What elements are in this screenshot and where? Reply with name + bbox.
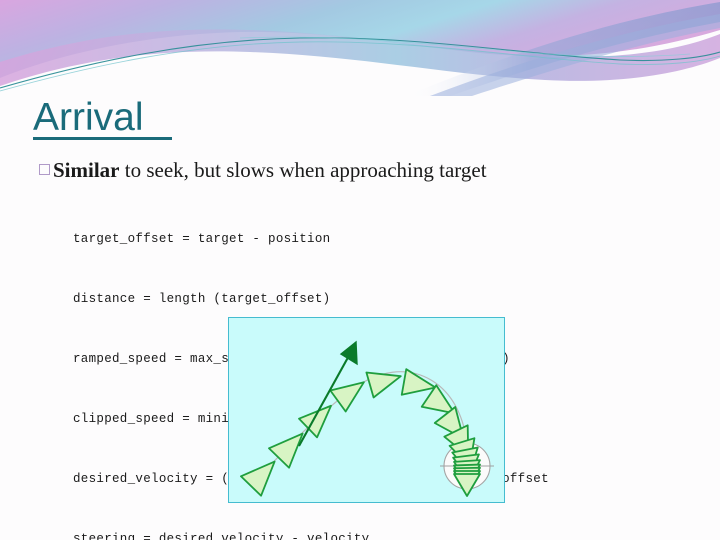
bullet-rest-text: to seek, but slows when approaching targ…: [119, 158, 487, 182]
bullet-list-item: Similar to seek, but slows when approach…: [39, 157, 487, 183]
code-line: steering = desired_velocity - velocity: [73, 532, 370, 540]
code-line: distance = length (target_offset): [73, 292, 331, 306]
arrival-steering-behavior-diagram: [228, 317, 505, 503]
page-title-block: Arrival: [33, 96, 653, 140]
decorative-banner: [0, 0, 720, 96]
page-title: Arrival: [33, 96, 144, 139]
slide: Arrival Similar to seek, but slows when …: [0, 0, 720, 540]
code-line: target_offset = target - position: [73, 232, 331, 246]
hollow-square-bullet-icon: [39, 164, 50, 175]
bullet-lead-text: Similar: [53, 158, 120, 182]
bullet-item-label: Similar to seek, but slows when approach…: [53, 157, 487, 183]
